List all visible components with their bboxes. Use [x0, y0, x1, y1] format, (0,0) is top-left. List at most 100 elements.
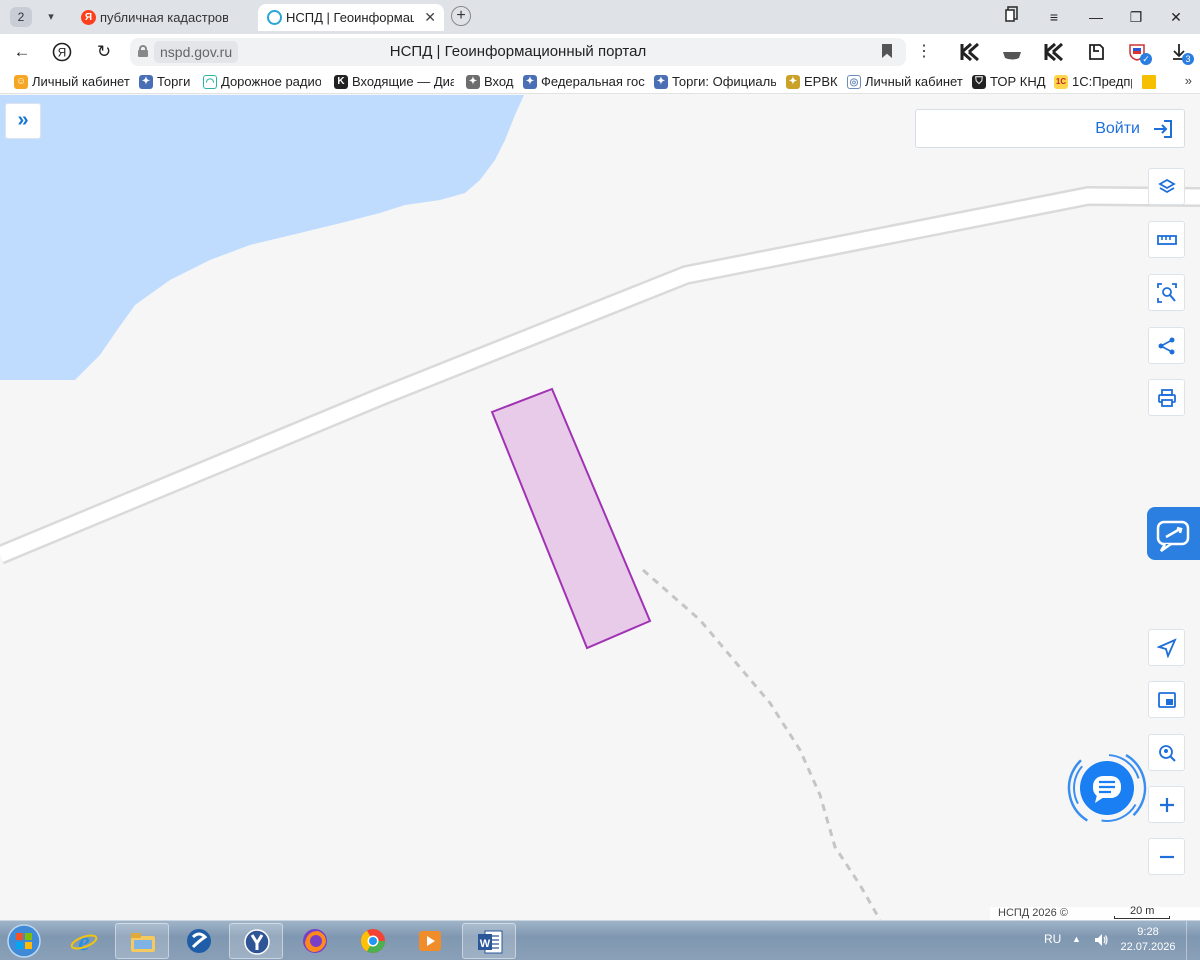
ruble-app-icon — [187, 929, 211, 953]
bookmarks-bar: ☺ Личный кабинет ✦ Торги ◠ Дорожное ради… — [0, 70, 1200, 94]
bookmark-login[interactable]: ✦ Вход — [464, 73, 516, 91]
hat-icon[interactable] — [1001, 42, 1023, 62]
tray-expand-icon[interactable]: ▲ — [1072, 934, 1081, 944]
tab-list-dropdown[interactable]: ▾ — [40, 7, 62, 27]
close-window-icon[interactable]: ✕ — [1164, 6, 1188, 28]
radio-icon: ◠ — [203, 75, 217, 89]
login-button[interactable]: Войти — [915, 109, 1185, 148]
close-tab-icon[interactable]: ✕ — [424, 4, 436, 31]
bookmark-label: Входящие — Диа — [352, 74, 454, 89]
bookmark-label: Личный кабинет — [32, 74, 130, 89]
volume-icon[interactable] — [1093, 932, 1109, 948]
map-layer — [0, 95, 1200, 920]
yandex-home-icon[interactable]: Я — [50, 40, 74, 64]
taskbar-chrome-like[interactable] — [346, 923, 400, 959]
zoom-in-icon — [1160, 798, 1174, 812]
language-indicator[interactable]: RU — [1044, 932, 1061, 946]
back-arrow-icon[interactable]: ← — [10, 40, 34, 64]
reload-icon[interactable]: ↻ — [92, 40, 116, 64]
scale-bar — [1114, 916, 1170, 919]
address-bar: ← Я ↻ nspd.gov.ru НСПД | Геоинформационн… — [0, 34, 1200, 70]
clock[interactable]: 9:28 22.07.2026 — [1118, 925, 1178, 955]
kontur-icon[interactable] — [1043, 42, 1065, 62]
tab-counter[interactable]: 2 — [10, 7, 32, 27]
verified-badge: ✓ — [1140, 53, 1152, 65]
bookmarks-overflow-icon[interactable]: » — [1185, 73, 1192, 88]
chat-button[interactable] — [1066, 747, 1148, 829]
layers-button[interactable] — [1148, 168, 1185, 205]
locate-icon — [1157, 638, 1177, 658]
geo-search-button[interactable] — [1148, 734, 1185, 771]
clock-date: 22.07.2026 — [1120, 941, 1176, 953]
taskbar-firefox[interactable] — [288, 923, 342, 959]
bookmark-icon[interactable] — [882, 44, 892, 58]
url-field[interactable]: nspd.gov.ru НСПД | Геоинформационный пор… — [130, 38, 906, 66]
bookmark-personal-account[interactable]: ☺ Личный кабинет — [12, 73, 130, 91]
k-letter-icon: K — [334, 75, 348, 89]
area-search-icon — [1157, 283, 1177, 303]
eagle-icon: ✦ — [523, 75, 537, 89]
share-button[interactable] — [1148, 327, 1185, 364]
browser-menu-icon[interactable]: ≡ — [1042, 6, 1066, 28]
sticker-icon[interactable] — [1085, 42, 1107, 62]
eagle-icon: ✦ — [654, 75, 668, 89]
bookmark-tor-knd[interactable]: ⛉ ТОР КНД — [970, 73, 1046, 91]
zoom-in-button[interactable] — [1148, 786, 1185, 823]
bookmark-ervk[interactable]: ✦ ЕРВК — [784, 73, 838, 91]
bookmark-torgi[interactable]: ✦ Торги — [137, 73, 195, 91]
chat-icon — [1067, 748, 1147, 828]
new-tab-button[interactable]: + — [451, 6, 471, 26]
bookmark-federal[interactable]: ✦ Федеральная гос — [521, 73, 645, 91]
more-menu-icon[interactable]: ⋮ — [916, 40, 932, 64]
minimize-icon[interactable]: — — [1084, 6, 1108, 28]
taskbar-word[interactable]: W — [462, 923, 516, 959]
domain-chip[interactable]: nspd.gov.ru — [154, 41, 239, 63]
taskbar-ruble-app[interactable] — [172, 923, 226, 959]
taskbar-media-player[interactable] — [403, 923, 457, 959]
restore-icon[interactable]: ❐ — [1124, 6, 1148, 28]
tab-title: НСПД | Геоинформац — [286, 10, 414, 25]
lock-icon[interactable] — [138, 45, 148, 57]
yandex-browser-icon — [244, 929, 270, 955]
tab-cadastral[interactable]: Я публичная кадастровая к — [72, 4, 252, 31]
bookmark-yellow[interactable] — [1140, 73, 1160, 91]
map-canvas[interactable]: » Войти НСПД 2026 © 20 m — [0, 95, 1200, 920]
area-search-button[interactable] — [1148, 274, 1185, 311]
page-title: НСПД | Геоинформационный портал — [389, 43, 647, 60]
login-label: Войти — [1095, 120, 1140, 137]
print-button[interactable] — [1148, 379, 1185, 416]
share-icon — [1158, 337, 1175, 355]
start-button[interactable] — [4, 922, 44, 960]
tab-strip: 2 ▾ Я публичная кадастровая к НСПД | Гео… — [0, 0, 1200, 34]
windows-logo-icon — [7, 924, 41, 958]
feedback-widget[interactable] — [1147, 507, 1200, 560]
media-player-icon — [419, 931, 441, 951]
downloads-icon[interactable]: 3 — [1168, 42, 1194, 65]
taskbar-yandex-browser[interactable] — [229, 923, 283, 959]
locate-button[interactable] — [1148, 629, 1185, 666]
expand-panel-icon[interactable]: » — [5, 103, 41, 139]
yellow-square-icon — [1142, 75, 1156, 89]
svg-text:W: W — [480, 938, 491, 950]
bookmark-label: ТОР КНД — [990, 74, 1046, 89]
bookmark-panel-icon[interactable] — [1000, 6, 1024, 28]
tab-title: публичная кадастровая к — [100, 10, 228, 25]
message-icon — [1156, 520, 1190, 553]
bookmark-road-radio[interactable]: ◠ Дорожное радио — [201, 73, 321, 91]
taskbar-internet-explorer[interactable]: e — [57, 923, 111, 959]
bookmark-1c[interactable]: 1С 1С:Предпр — [1052, 73, 1132, 91]
kontur-icon[interactable] — [959, 42, 981, 62]
yandex-favicon: Я — [81, 10, 96, 25]
bookmark-torgi-official[interactable]: ✦ Торги: Официаль — [652, 73, 776, 91]
water-body — [0, 95, 524, 380]
ruler-button[interactable] — [1148, 221, 1185, 258]
taskbar-file-explorer[interactable] — [115, 923, 169, 959]
zoom-out-button[interactable] — [1148, 838, 1185, 875]
gosuslugi-shield-icon[interactable]: ✓ — [1126, 42, 1152, 65]
bookmark-label: 1С:Предпр — [1072, 74, 1132, 89]
bookmark-personal-account-2[interactable]: ◎ Личный кабинет — [845, 73, 963, 91]
minimap-button[interactable] — [1148, 681, 1185, 718]
tab-nspd[interactable]: НСПД | Геоинформац ✕ — [258, 4, 444, 31]
show-desktop-button[interactable] — [1186, 921, 1200, 960]
bookmark-inbox-diadoc[interactable]: K Входящие — Диа — [332, 73, 454, 91]
